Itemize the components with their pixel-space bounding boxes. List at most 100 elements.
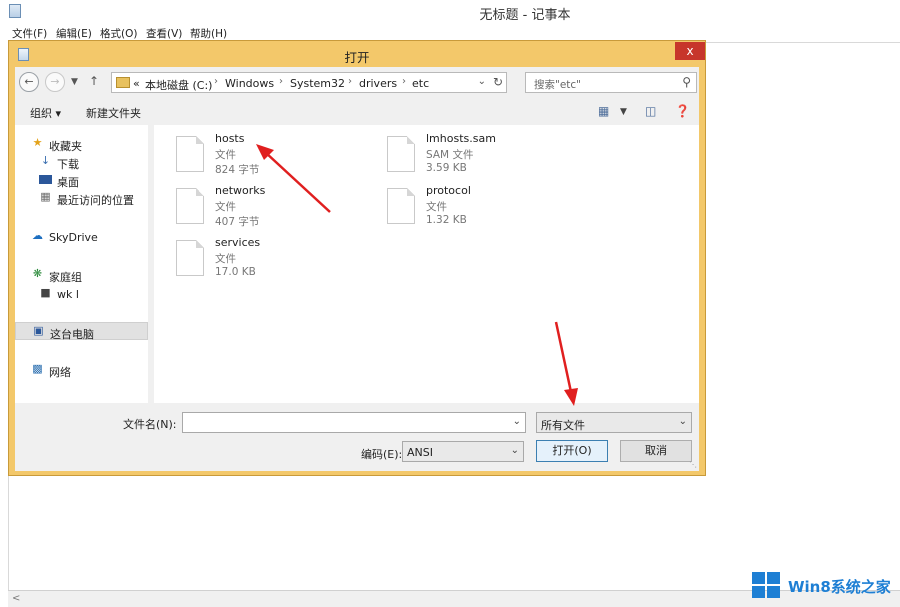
breadcrumb-drive[interactable]: 本地磁盘 (C:) (145, 77, 212, 93)
breadcrumb-overflow[interactable]: « (133, 77, 140, 90)
dialog-toolbar: 组织 ▾ 新建文件夹 ▦ ▼ ◫ ❓ (15, 99, 699, 123)
folder-icon (116, 77, 130, 88)
address-dropdown-chevron-icon[interactable]: ⌄ (478, 76, 486, 87)
notepad-title: 无标题 - 记事本 (479, 8, 571, 23)
desktop-icon (39, 175, 52, 184)
dialog-title: 打开 (344, 50, 370, 65)
recent-locations-chevron-icon[interactable]: ▼ (71, 77, 78, 87)
breadcrumb-system32[interactable]: System32 (290, 77, 345, 90)
refresh-icon[interactable]: ↻ (493, 75, 503, 89)
menu-help[interactable]: 帮助(H) (190, 26, 227, 41)
nav-this-pc[interactable]: ▣ 这台电脑 (15, 322, 148, 341)
nav-downloads-label: 下载 (57, 158, 79, 171)
nav-thispc-label: 这台电脑 (50, 328, 94, 341)
forward-arrow-icon[interactable]: → (45, 72, 65, 92)
file-list: hosts 文件 824 字节 networks 文件 407 字节 servi… (154, 125, 699, 403)
watermark: Win8系统之家 (752, 570, 900, 602)
filename-label: 文件名(N): (123, 418, 177, 431)
cancel-button[interactable]: 取消 (620, 440, 692, 462)
organize-button[interactable]: 组织 ▾ (30, 105, 61, 121)
breadcrumb-separator-icon[interactable]: › (279, 76, 283, 87)
file-name: lmhosts.sam (426, 132, 496, 145)
breadcrumb-etc[interactable]: etc (412, 77, 429, 90)
menu-view[interactable]: 查看(V) (146, 26, 182, 41)
encoding-dropdown-chevron-icon[interactable]: ⌄ (511, 445, 519, 456)
nav-recent-label: 最近访问的位置 (57, 194, 134, 207)
help-icon[interactable]: ❓ (675, 104, 690, 118)
nav-recent-places[interactable]: ▦ 最近访问的位置 (15, 189, 148, 208)
file-type: SAM 文件 (426, 149, 474, 161)
file-item[interactable]: protocol 文件 1.32 KB (387, 184, 587, 232)
nav-downloads[interactable]: ↓ 下载 (15, 153, 148, 172)
open-button[interactable]: 打开(O) (536, 440, 608, 462)
encoding-value: ANSI (407, 446, 433, 459)
view-dropdown-chevron-icon[interactable]: ▼ (620, 107, 627, 117)
address-bar[interactable]: « 本地磁盘 (C:) › Windows › System32 › drive… (111, 72, 507, 93)
computer-icon: ▣ (33, 324, 44, 337)
file-name: services (215, 236, 261, 249)
document-icon (176, 188, 204, 224)
nav-network-label: 网络 (49, 366, 71, 379)
nav-favorites[interactable]: ★ 收藏夹 (15, 135, 148, 154)
file-type-filter-select[interactable]: 所有文件 ⌄ (536, 412, 692, 433)
new-folder-button[interactable]: 新建文件夹 (86, 105, 141, 121)
back-arrow-icon[interactable]: ← (19, 72, 39, 92)
file-type-filter-value: 所有文件 (541, 419, 585, 432)
breadcrumb-separator-icon[interactable]: › (348, 76, 352, 87)
menu-edit[interactable]: 编辑(E) (56, 26, 92, 41)
recent-places-icon: ▦ (40, 190, 51, 203)
filename-dropdown-chevron-icon[interactable]: ⌄ (513, 416, 521, 427)
dialog-body: ← → ▼ ↑ « 本地磁盘 (C:) › Windows › System32… (15, 67, 699, 471)
document-icon (176, 136, 204, 172)
file-name: protocol (426, 184, 471, 197)
file-size: 407 字节 (215, 216, 260, 228)
file-size: 17.0 KB (215, 266, 256, 278)
filename-input[interactable]: ⌄ (182, 412, 526, 433)
nav-user[interactable]: ■ wk l (15, 285, 148, 303)
nav-homegroup[interactable]: ❋ 家庭组 (15, 266, 148, 285)
breadcrumb-drivers[interactable]: drivers (359, 77, 397, 90)
cloud-icon: ☁ (32, 229, 43, 242)
watermark-text: Win8系统之家 (788, 578, 891, 596)
menu-format[interactable]: 格式(O) (100, 26, 137, 41)
file-item[interactable]: lmhosts.sam SAM 文件 3.59 KB (387, 132, 587, 180)
open-dialog: 打开 x ← → ▼ ↑ « 本地磁盘 (C:) › Windows › Sys… (8, 40, 706, 476)
search-icon[interactable]: ⚲ (682, 75, 691, 89)
file-size: 824 字节 (215, 164, 260, 176)
nav-skydrive-label: SkyDrive (49, 231, 98, 244)
file-type: 文件 (215, 201, 236, 213)
breadcrumb-separator-icon[interactable]: › (214, 76, 218, 87)
nav-desktop[interactable]: 桌面 (15, 171, 148, 189)
view-options-icon[interactable]: ▦ (598, 104, 609, 118)
search-placeholder: 搜索"etc" (534, 79, 582, 91)
file-item[interactable]: hosts 文件 824 字节 (176, 132, 376, 180)
resize-grip-icon[interactable]: ⋱ (689, 460, 697, 469)
preview-pane-icon[interactable]: ◫ (645, 104, 656, 118)
windows-logo-icon (752, 572, 782, 600)
file-name: hosts (215, 132, 245, 145)
dialog-bottom-panel: 文件名(N): ⌄ 所有文件 ⌄ 编码(E): ANSI ⌄ 打开(O) 取消 … (15, 405, 699, 471)
nav-user-label: wk l (57, 288, 79, 301)
file-item[interactable]: services 文件 17.0 KB (176, 236, 376, 284)
dialog-close-button[interactable]: x (675, 42, 705, 60)
scroll-left-icon[interactable]: < (12, 593, 20, 604)
file-name: networks (215, 184, 266, 197)
encoding-label: 编码(E): (361, 448, 403, 461)
star-icon: ★ (32, 136, 43, 149)
notepad-titlebar: 无标题 - 记事本 (0, 0, 900, 24)
up-arrow-icon[interactable]: ↑ (89, 74, 99, 88)
nav-skydrive[interactable]: ☁ SkyDrive (15, 228, 148, 246)
menu-file[interactable]: 文件(F) (12, 26, 47, 41)
encoding-select[interactable]: ANSI ⌄ (402, 441, 524, 462)
breadcrumb-separator-icon[interactable]: › (402, 76, 406, 87)
breadcrumb-windows[interactable]: Windows (225, 77, 274, 90)
network-icon: ▩ (32, 362, 43, 375)
nav-favorites-label: 收藏夹 (49, 140, 82, 153)
search-box[interactable]: 搜索"etc" ⚲ (525, 72, 697, 93)
document-icon (387, 188, 415, 224)
file-item[interactable]: networks 文件 407 字节 (176, 184, 376, 232)
filter-dropdown-chevron-icon[interactable]: ⌄ (679, 416, 687, 427)
dialog-titlebar[interactable]: 打开 x (9, 41, 705, 67)
nav-desktop-label: 桌面 (57, 176, 79, 189)
nav-network[interactable]: ▩ 网络 (15, 361, 148, 380)
